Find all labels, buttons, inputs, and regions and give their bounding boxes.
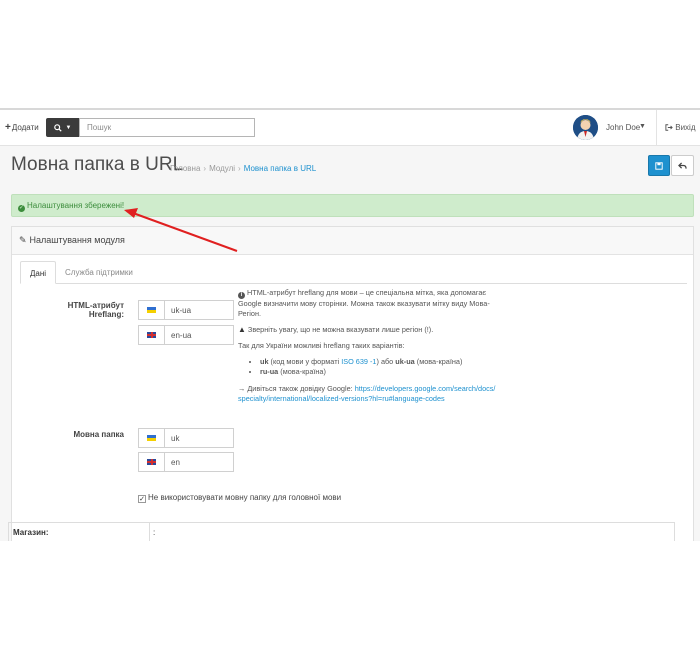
breadcrumb-item-home[interactable]: Головна bbox=[170, 164, 200, 173]
list-item: uk (код мови у форматі ISO 639 -1) або u… bbox=[260, 357, 498, 367]
list-item: ru-ua (мова-країна) bbox=[260, 367, 498, 377]
admin-window: +Додати ▼ John Doe ▼ bbox=[0, 108, 700, 541]
tab-support[interactable]: Служба підтримки bbox=[56, 261, 142, 284]
lang-folder-field-en[interactable]: en bbox=[138, 452, 234, 472]
page-title: Мовна папка в URL bbox=[11, 154, 184, 175]
main-language-folder-checkbox-row[interactable]: ✓ Не використовувати мовну папку для голо… bbox=[138, 493, 341, 503]
iso-link[interactable]: ISO 639 -1 bbox=[341, 357, 376, 366]
back-button[interactable] bbox=[671, 155, 694, 176]
help-text: i HTML-атрибут hreflang для мови – це спе… bbox=[238, 288, 498, 410]
store-label: Магазин: bbox=[13, 528, 49, 537]
breadcrumb-item-current[interactable]: Мовна папка в URL bbox=[244, 164, 316, 173]
logout-button[interactable]: Вихід bbox=[665, 123, 695, 132]
caret-down-icon[interactable]: ▼ bbox=[639, 123, 646, 130]
store-table: Магазин: : bbox=[8, 522, 675, 541]
panel-heading: ✎ Налаштування модуля bbox=[12, 227, 693, 255]
hreflang-variants-list: uk (код мови у форматі ISO 639 -1) або u… bbox=[238, 357, 498, 377]
hreflang-field-uk[interactable]: uk-ua bbox=[138, 300, 234, 320]
user-name[interactable]: John Doe bbox=[606, 123, 640, 132]
tab-data[interactable]: Дані bbox=[20, 261, 57, 284]
info-circle-icon: i bbox=[238, 292, 245, 299]
checkbox-icon[interactable]: ✓ bbox=[138, 495, 146, 503]
save-icon bbox=[655, 161, 663, 170]
lang-folder-field-uk[interactable]: uk bbox=[138, 428, 234, 448]
top-navbar: +Додати ▼ John Doe ▼ bbox=[0, 110, 700, 146]
hreflang-field-en[interactable]: en-ua bbox=[138, 325, 234, 345]
hreflang-label: HTML-атрибут Hreflang: bbox=[67, 301, 124, 319]
search-input[interactable] bbox=[79, 118, 255, 137]
store-value: : bbox=[153, 528, 156, 537]
flag-ua-icon bbox=[147, 307, 156, 313]
logout-icon bbox=[665, 124, 673, 131]
caret-down-icon: ▼ bbox=[65, 124, 72, 131]
divider bbox=[149, 523, 150, 541]
lang-folder-label: Мовна папка bbox=[73, 430, 124, 439]
warning-icon: ▲ bbox=[238, 325, 246, 334]
search-filter-button[interactable]: ▼ bbox=[46, 118, 79, 137]
search-icon bbox=[53, 123, 62, 132]
flag-gb-icon bbox=[147, 332, 156, 338]
save-button[interactable] bbox=[648, 155, 670, 176]
checkbox-label: Не використовувати мовну папку для голов… bbox=[148, 493, 342, 502]
back-icon bbox=[678, 161, 687, 169]
pencil-icon: ✎ bbox=[19, 235, 27, 245]
tabs: Дані Служба підтримки bbox=[20, 261, 687, 284]
alert-text: Налаштування збережені! bbox=[27, 201, 125, 210]
check-circle-icon: ✓ bbox=[18, 205, 25, 212]
plus-icon: + bbox=[5, 122, 11, 133]
success-alert: ✓ Налаштування збережені! bbox=[11, 194, 694, 217]
divider bbox=[656, 110, 657, 146]
flag-gb-icon bbox=[147, 459, 156, 465]
breadcrumb-item-modules[interactable]: Модулі bbox=[209, 164, 235, 173]
avatar[interactable] bbox=[573, 115, 598, 140]
add-button[interactable]: +Додати bbox=[5, 122, 39, 133]
breadcrumb: Головна › Модулі › Мовна папка в URL bbox=[170, 164, 317, 173]
flag-ua-icon bbox=[147, 435, 156, 441]
